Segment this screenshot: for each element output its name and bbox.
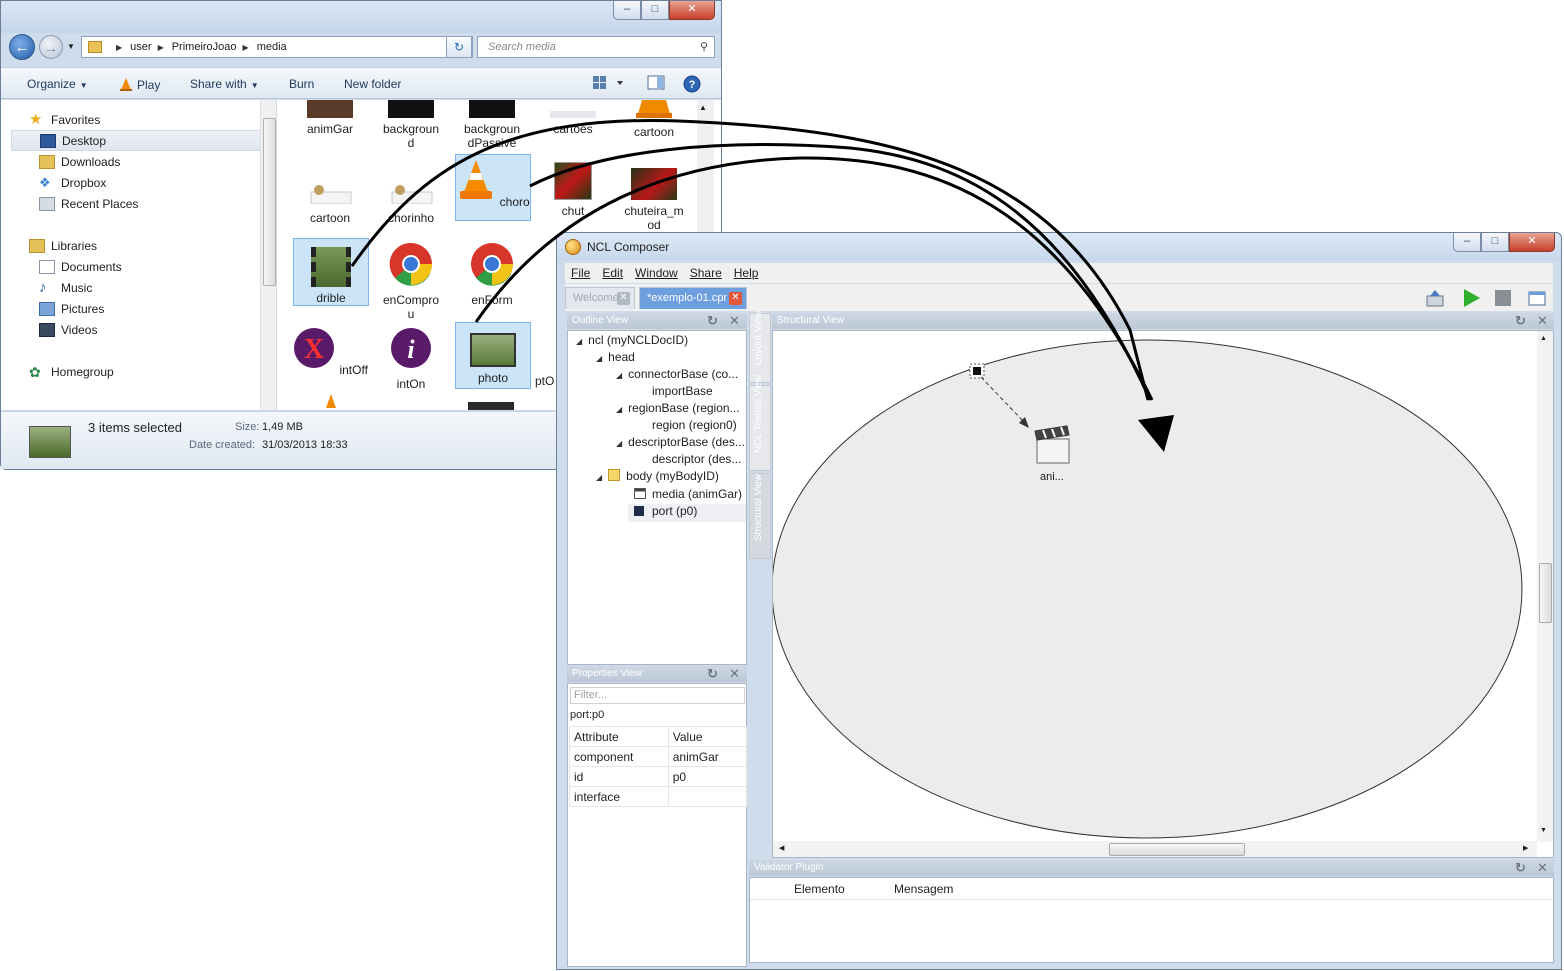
drag-path-choro — [529, 143, 1152, 401]
drag-arrows-overlay — [350, 118, 1174, 452]
drag-paths — [350, 118, 1154, 401]
drag-path-photo — [474, 156, 1154, 401]
drop-arrowhead-icon — [1138, 415, 1174, 452]
